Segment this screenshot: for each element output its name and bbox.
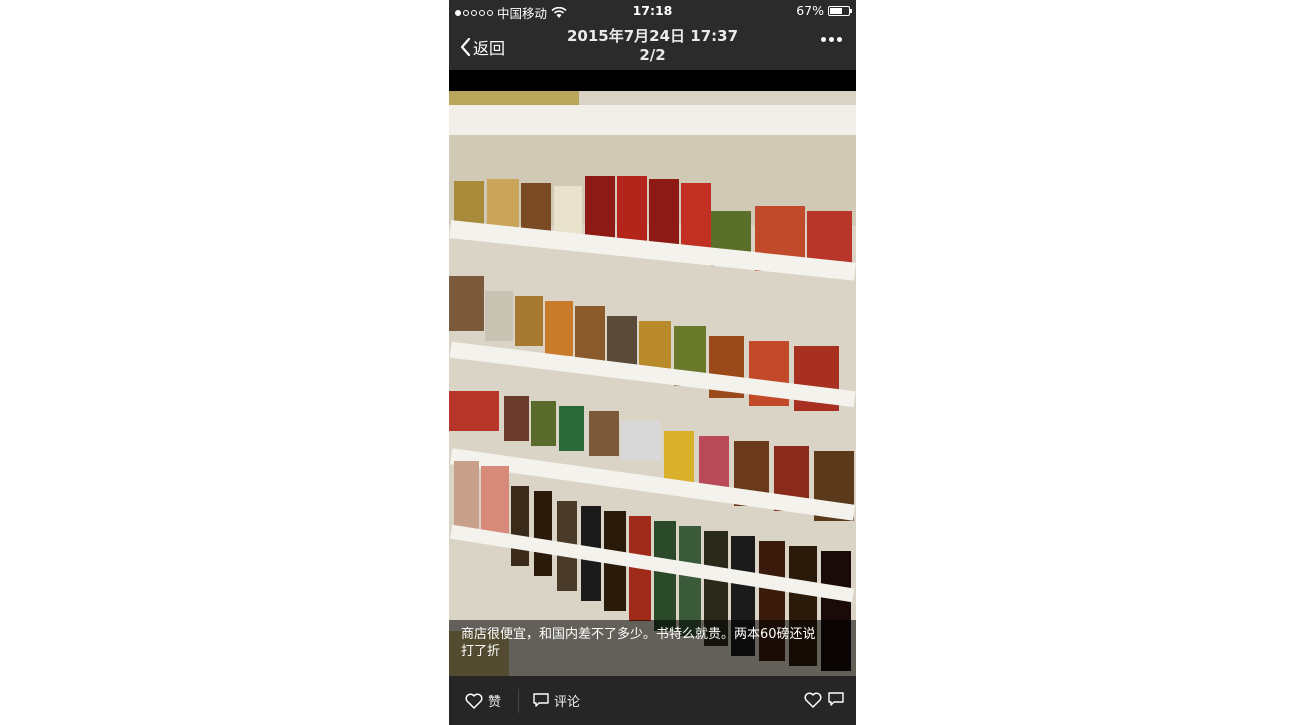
bottom-right-icons	[804, 692, 844, 708]
heart-icon	[465, 693, 483, 709]
nav-title: 2015年7月24日 17:37 2/2	[449, 27, 856, 65]
status-bar-right: 67%	[796, 3, 852, 18]
photo-caption: 商店很便宜，和国内差不了多少。书特么就贵。两本60磅还说 打了折	[449, 620, 856, 676]
status-time: 17:18	[632, 3, 673, 18]
comment-icon[interactable]	[828, 692, 844, 707]
comment-button[interactable]: 评论	[533, 691, 580, 710]
like-label: 赞	[488, 695, 502, 710]
caption-line: 商店很便宜，和国内差不了多少。书特么就贵。两本60磅还说	[461, 627, 816, 642]
caption-text: 商店很便宜，和国内差不了多少。书特么就贵。两本60磅还说 打了折	[461, 626, 846, 660]
heart-icon[interactable]	[804, 692, 822, 708]
like-button[interactable]: 赞	[465, 691, 501, 710]
photo-date: 2015年7月24日 17:37	[566, 27, 739, 45]
comment-icon	[533, 693, 549, 707]
status-bar: 中国移动 17:18 67%	[449, 0, 856, 22]
caption-line: 打了折	[461, 644, 501, 659]
more-button[interactable]	[821, 37, 842, 42]
store-shelf-photo	[449, 91, 856, 676]
comment-label: 评论	[554, 695, 581, 710]
phone-screen: 中国移动 17:18 67% 返回 2015年7月24日 17:37 2/2 商…	[449, 0, 856, 725]
nav-bar: 返回 2015年7月24日 17:37 2/2	[449, 22, 856, 70]
more-dots-icon	[821, 37, 826, 42]
divider	[518, 689, 519, 713]
battery-percent: 67%	[796, 3, 824, 18]
photo-index: 2/2	[639, 46, 666, 64]
bottom-bar: 赞 评论	[449, 676, 856, 725]
photo-image	[449, 91, 856, 676]
battery-icon	[828, 5, 852, 16]
